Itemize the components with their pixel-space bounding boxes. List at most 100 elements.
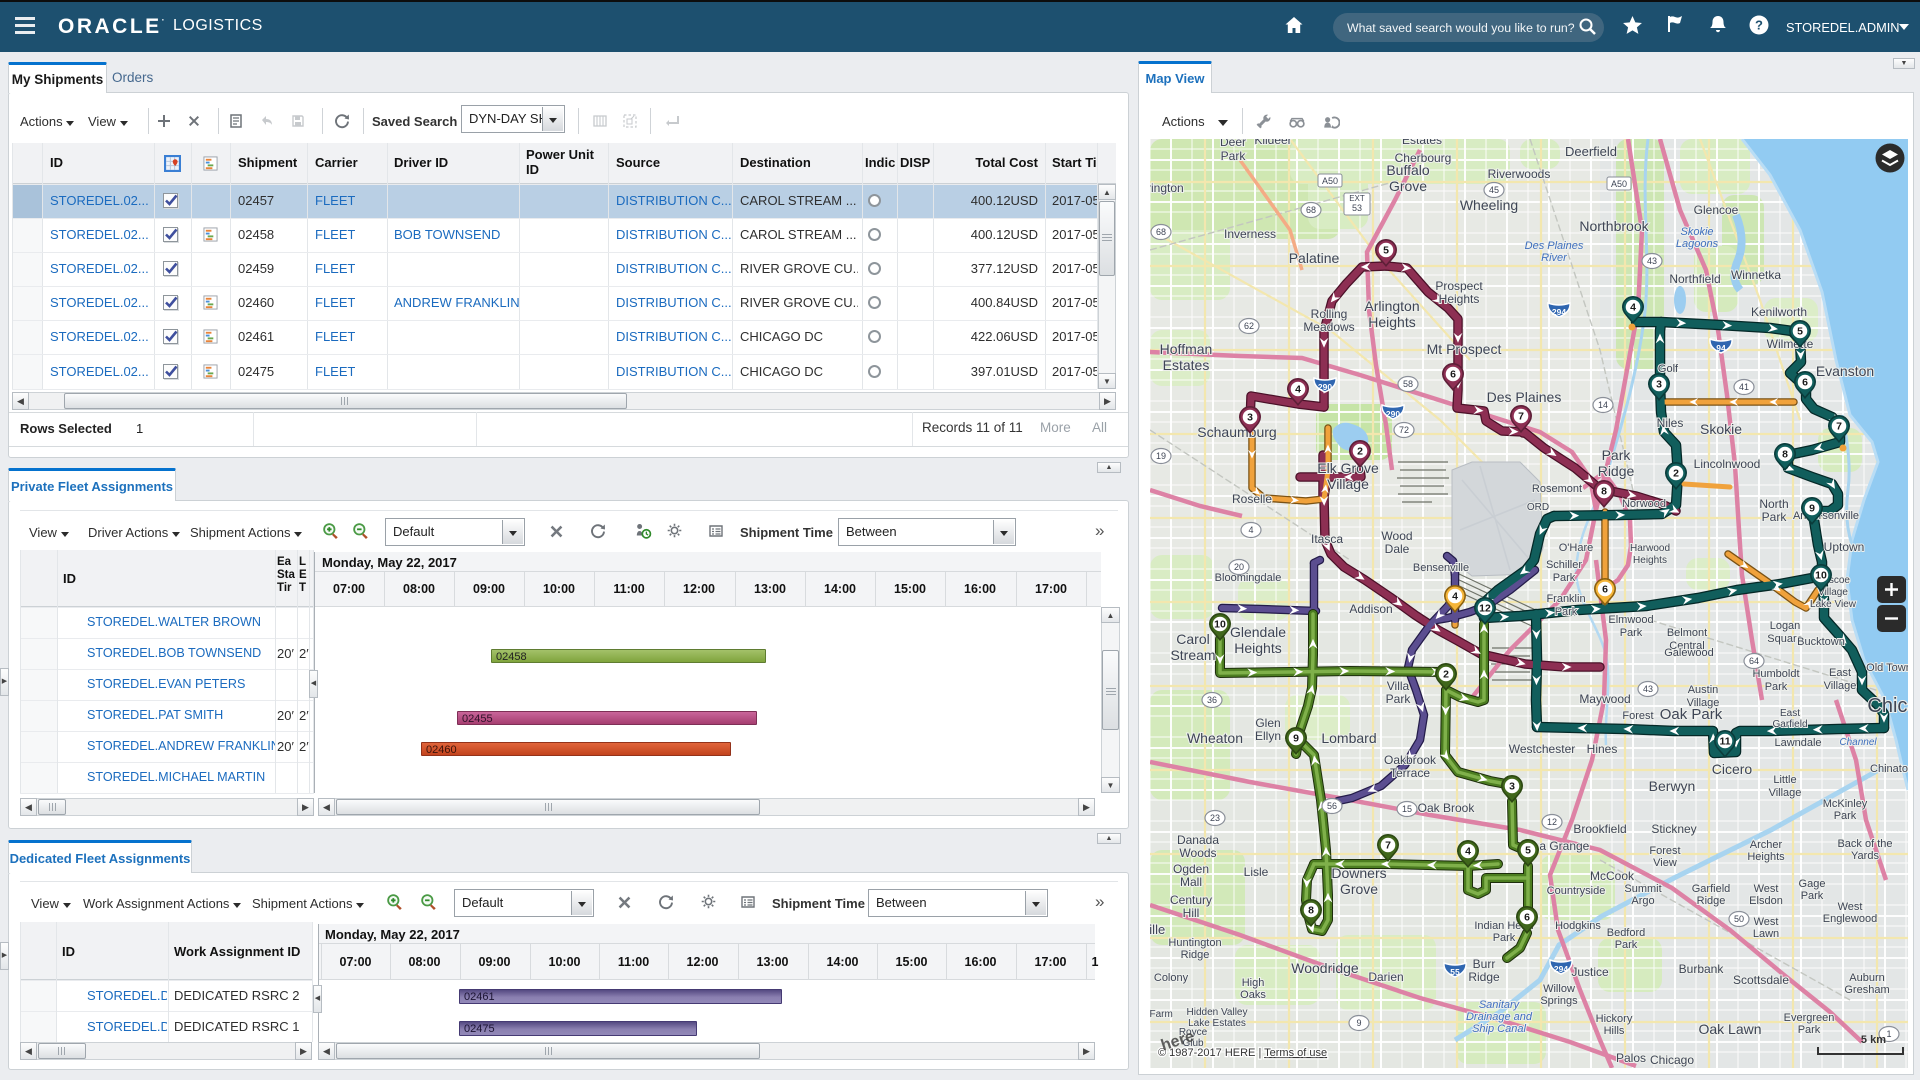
svg-text:Bloomingdale: Bloomingdale: [1215, 572, 1282, 584]
svg-text:Park: Park: [1798, 1024, 1821, 1036]
svg-text:Elk Grove: Elk Grove: [1317, 460, 1379, 476]
svg-text:Mt Prospect: Mt Prospect: [1427, 341, 1502, 357]
svg-text:arrington: arrington: [1150, 181, 1184, 195]
svg-text:Hickory: Hickory: [1596, 1013, 1633, 1025]
svg-text:Palos: Palos: [1616, 1051, 1646, 1065]
svg-text:Wheaton: Wheaton: [1187, 730, 1243, 746]
svg-text:8: 8: [1308, 905, 1314, 917]
svg-text:5 km: 5 km: [1861, 1034, 1886, 1046]
svg-text:View: View: [1653, 857, 1677, 869]
svg-text:Huntington: Huntington: [1168, 937, 1221, 949]
svg-text:ORD: ORD: [1527, 502, 1549, 513]
svg-text:Inverness: Inverness: [1224, 227, 1276, 241]
svg-text:A50: A50: [1611, 179, 1627, 189]
svg-text:Northbrook: Northbrook: [1579, 218, 1649, 234]
svg-text:Park: Park: [1221, 149, 1247, 163]
svg-text:Glen: Glen: [1255, 716, 1280, 730]
svg-text:43: 43: [1643, 684, 1653, 694]
svg-text:6: 6: [1450, 369, 1456, 381]
svg-text:Schaumburg: Schaumburg: [1197, 424, 1276, 440]
svg-text:North: North: [1759, 497, 1788, 511]
svg-text:Terrace: Terrace: [1390, 766, 1430, 780]
svg-text:56: 56: [1327, 801, 1337, 811]
svg-text:Hoffman: Hoffman: [1160, 341, 1213, 357]
svg-text:Oak Lawn: Oak Lawn: [1698, 1021, 1761, 1037]
svg-text:West: West: [1754, 916, 1779, 928]
svg-text:Oak Brook: Oak Brook: [1418, 801, 1476, 815]
svg-text:4: 4: [1248, 525, 1253, 535]
svg-text:Willow: Willow: [1543, 983, 1575, 995]
svg-text:Buffalo: Buffalo: [1386, 162, 1430, 178]
svg-text:7: 7: [1518, 411, 1524, 423]
svg-text:290: 290: [1318, 382, 1332, 392]
svg-text:6: 6: [1802, 377, 1808, 389]
svg-text:Evanston: Evanston: [1816, 363, 1874, 379]
svg-text:Springs: Springs: [1540, 995, 1578, 1007]
svg-text:Prospect: Prospect: [1435, 279, 1483, 293]
svg-text:Colony: Colony: [1154, 972, 1189, 984]
svg-text:Itasca: Itasca: [1311, 532, 1343, 546]
svg-text:10: 10: [1815, 570, 1827, 582]
svg-text:Maywood: Maywood: [1579, 692, 1630, 706]
svg-text:Ridge: Ridge: [1181, 949, 1210, 961]
svg-text:Villa: Villa: [1387, 679, 1410, 693]
svg-text:6: 6: [1524, 912, 1530, 924]
svg-text:12: 12: [1547, 817, 1557, 827]
svg-text:Back of the: Back of the: [1837, 838, 1892, 850]
svg-text:Lawndale: Lawndale: [1774, 737, 1821, 749]
svg-text:Old Town: Old Town: [1866, 662, 1908, 674]
svg-text:Heights: Heights: [1633, 555, 1667, 566]
svg-text:Austin: Austin: [1688, 684, 1719, 696]
svg-text:Lagoons: Lagoons: [1676, 238, 1719, 250]
svg-text:Hodgkins: Hodgkins: [1555, 920, 1601, 932]
svg-text:Park: Park: [1620, 627, 1643, 639]
svg-text:Des Plaines: Des Plaines: [1525, 240, 1584, 252]
svg-text:Palatine: Palatine: [1289, 250, 1340, 266]
svg-text:Oak Park: Oak Park: [1660, 706, 1723, 723]
svg-text:Argo: Argo: [1631, 895, 1654, 907]
svg-text:McKinley: McKinley: [1823, 798, 1868, 810]
svg-text:Ridge: Ridge: [1697, 895, 1726, 907]
svg-text:East: East: [1829, 667, 1851, 679]
svg-text:7: 7: [1836, 421, 1842, 433]
svg-text:Danada: Danada: [1177, 833, 1219, 847]
svg-text:A50: A50: [1322, 176, 1338, 186]
svg-text:4: 4: [1452, 591, 1458, 603]
svg-text:Channel: Channel: [1839, 737, 1877, 748]
svg-text:Village: Village: [1327, 476, 1369, 492]
svg-text:Countryside: Countryside: [1547, 885, 1606, 897]
svg-text:41: 41: [1739, 382, 1749, 392]
svg-text:Carol: Carol: [1176, 631, 1209, 647]
svg-text:Deerfield: Deerfield: [1565, 144, 1617, 159]
svg-text:Stickney: Stickney: [1651, 822, 1696, 836]
svg-text:12: 12: [1479, 603, 1491, 615]
svg-text:Grove: Grove: [1389, 178, 1427, 194]
svg-text:Berwyn: Berwyn: [1649, 778, 1696, 794]
svg-text:Ridge: Ridge: [1598, 463, 1635, 479]
svg-text:Summit: Summit: [1624, 883, 1661, 895]
svg-text:Park: Park: [1553, 572, 1576, 584]
svg-text:64: 64: [1749, 656, 1759, 666]
svg-text:Chinato: Chinato: [1870, 763, 1908, 775]
svg-text:9: 9: [1809, 503, 1815, 515]
svg-text:Cicero: Cicero: [1712, 761, 1753, 777]
svg-text:Auburn: Auburn: [1849, 972, 1884, 984]
svg-text:4: 4: [1630, 302, 1636, 314]
svg-text:43: 43: [1647, 256, 1657, 266]
svg-text:Roselle: Roselle: [1232, 492, 1272, 506]
svg-text:53: 53: [1352, 203, 1362, 213]
svg-text:8: 8: [1782, 449, 1788, 461]
svg-text:3: 3: [1247, 412, 1253, 424]
svg-text:Grove: Grove: [1340, 881, 1378, 897]
svg-text:Park: Park: [1765, 681, 1788, 693]
svg-text:Rolling: Rolling: [1311, 307, 1348, 321]
svg-text:Evergreen: Evergreen: [1784, 1012, 1835, 1024]
svg-text:Burbank: Burbank: [1679, 962, 1725, 976]
svg-text:Kildeer: Kildeer: [1254, 139, 1291, 147]
svg-text:Harwood: Harwood: [1630, 543, 1670, 554]
svg-text:Park: Park: [1834, 810, 1857, 822]
svg-text:11: 11: [1719, 736, 1730, 748]
svg-text:Franklin: Franklin: [1546, 593, 1585, 605]
svg-text:Niles: Niles: [1657, 416, 1684, 430]
svg-text:Downers: Downers: [1331, 865, 1386, 881]
